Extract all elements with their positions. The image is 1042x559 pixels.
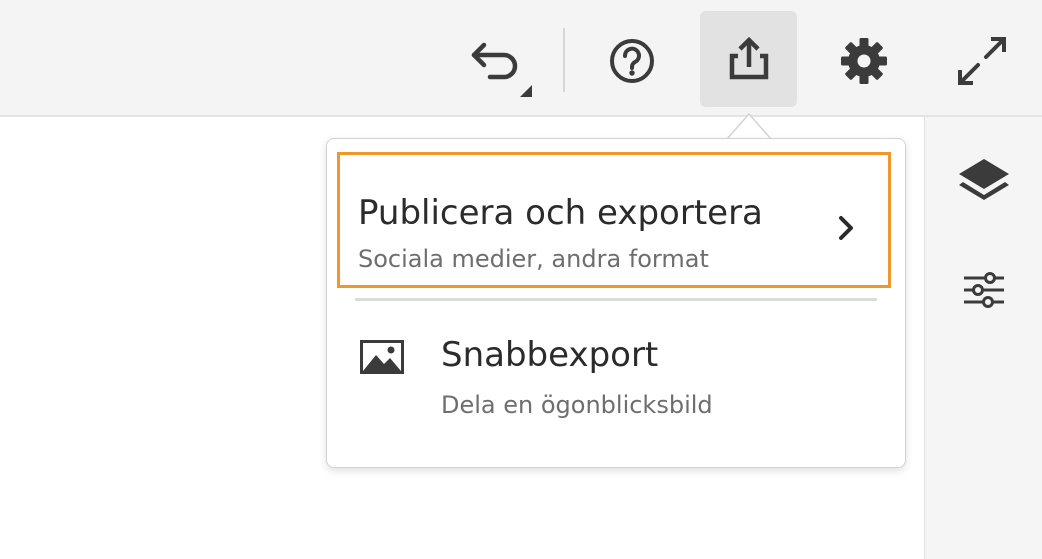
- undo-button[interactable]: [462, 25, 542, 97]
- top-toolbar: [0, 0, 1042, 117]
- menu-item-quick-export[interactable]: Snabbexport Dela en ögonblicksbild: [337, 315, 891, 435]
- fullscreen-button[interactable]: [946, 25, 1018, 97]
- layers-button[interactable]: [949, 145, 1019, 215]
- right-rail: [924, 117, 1042, 559]
- expand-icon: [946, 25, 1018, 97]
- help-button[interactable]: [596, 25, 668, 97]
- toolbar-divider: [563, 28, 565, 92]
- image-icon: [359, 339, 405, 379]
- chevron-right-icon: [834, 213, 858, 247]
- share-icon: [719, 29, 779, 89]
- sliders-icon: [952, 258, 1016, 326]
- menu-item-subtitle: Sociala medier, andra format: [358, 245, 709, 273]
- popover-arrow: [726, 112, 772, 140]
- adjustments-button[interactable]: [949, 257, 1019, 327]
- settings-button[interactable]: [828, 25, 900, 97]
- share-button[interactable]: [700, 11, 797, 107]
- help-icon: [596, 25, 668, 97]
- menu-divider: [355, 298, 877, 301]
- layers-icon: [952, 146, 1016, 214]
- menu-item-subtitle: Dela en ögonblicksbild: [441, 391, 713, 419]
- menu-item-title: Publicera och exportera: [358, 193, 763, 233]
- undo-icon: [462, 25, 542, 97]
- menu-item-publish-export[interactable]: Publicera och exportera Sociala medier, …: [337, 152, 891, 288]
- menu-item-title: Snabbexport: [441, 335, 659, 375]
- gear-icon: [828, 25, 900, 97]
- share-menu: Publicera och exportera Sociala medier, …: [326, 138, 906, 468]
